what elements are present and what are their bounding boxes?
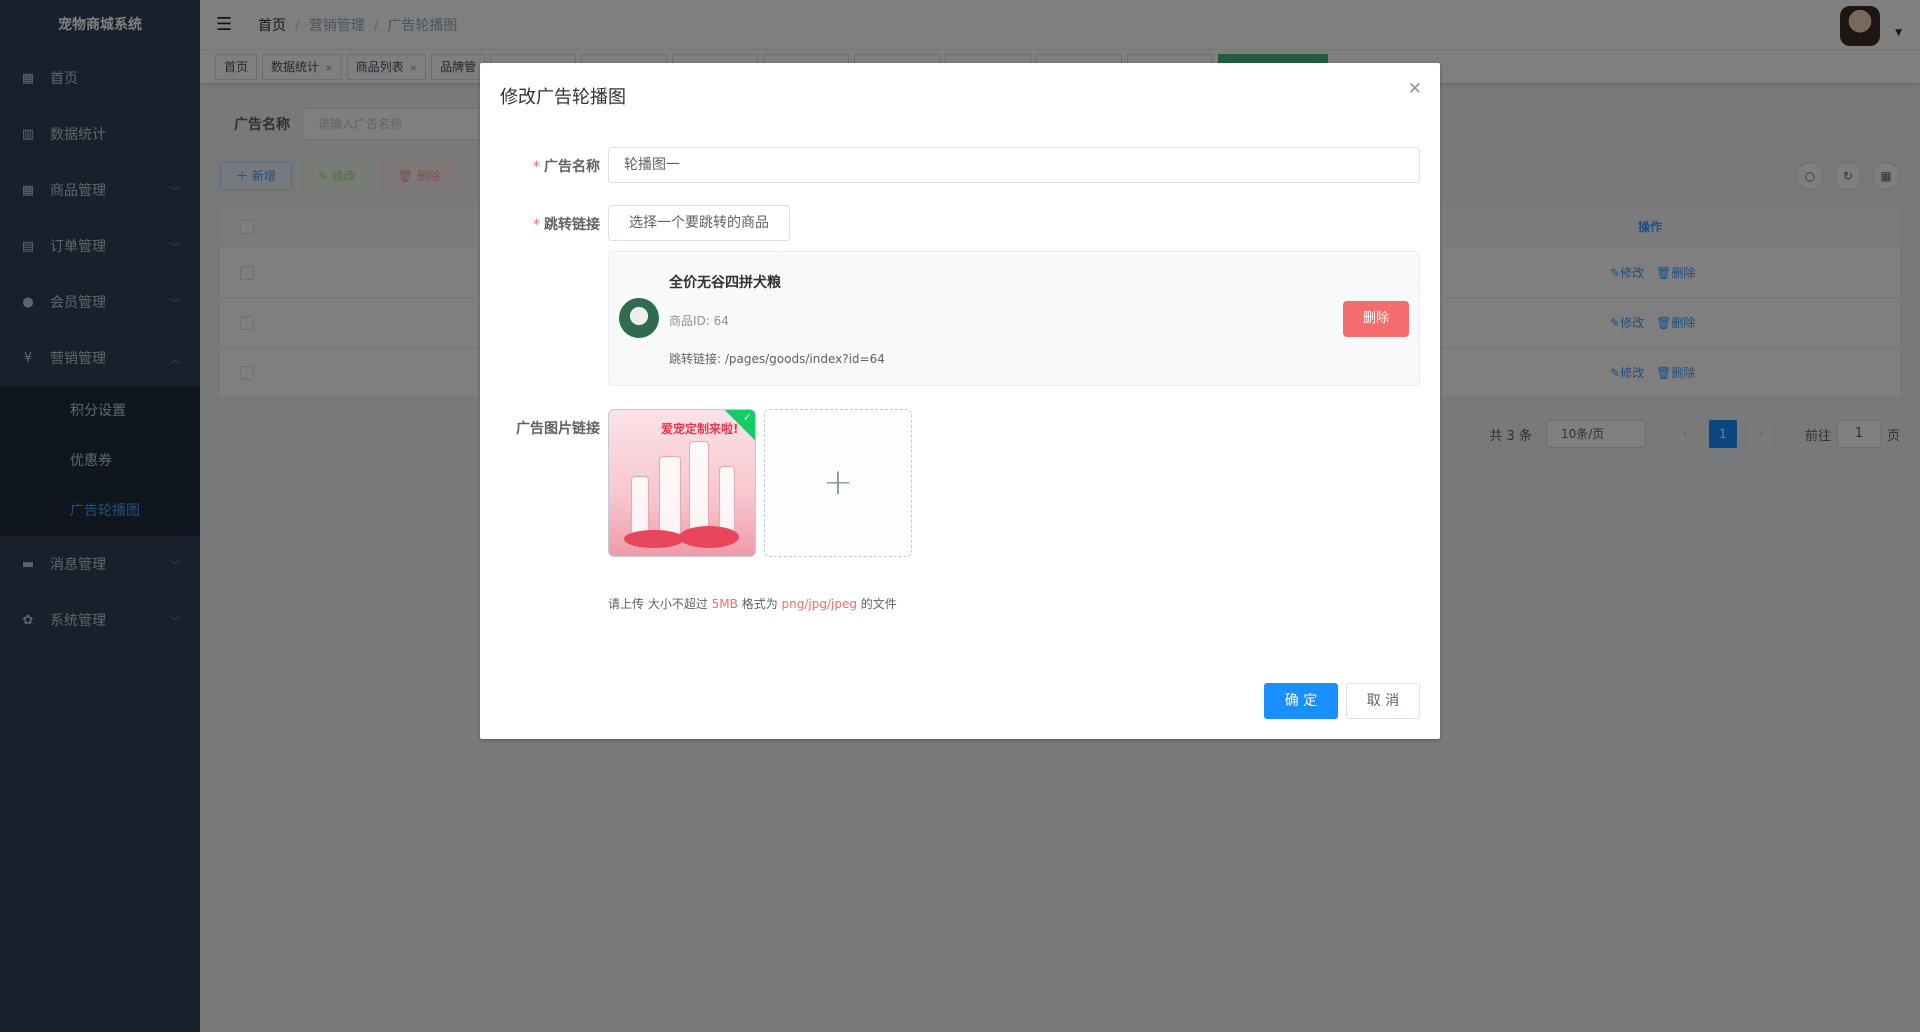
uploaded-image[interactable]: 爱宠定制来啦! ✓ [608, 409, 756, 557]
cancel-button[interactable]: 取 消 [1346, 683, 1420, 719]
goods-thumbnail [619, 298, 659, 338]
tip-formats: png/jpg/jpeg [781, 597, 857, 611]
goods-link: 跳转链接: /pages/goods/index?id=64 [669, 352, 885, 366]
ad-name-input[interactable]: 轮播图一 [608, 147, 1420, 183]
tip-size: 5MB [711, 597, 738, 611]
jump-link-label-text: 跳转链接 [544, 217, 600, 233]
banner-decoration [631, 476, 649, 536]
goods-name: 全价无谷四拼犬粮 [669, 275, 781, 291]
edit-ad-dialog: 修改广告轮播图 ✕ * 广告名称 轮播图一 * 跳转链接 选择一个要跳转的商品 全价… [480, 63, 1440, 739]
ad-name-label-text: 广告名称 [544, 159, 600, 175]
ad-name-label: * 广告名称 [533, 159, 600, 175]
check-icon: ✓ [743, 412, 752, 424]
upload-tip: 请上传 大小不超过 5MB 格式为 png/jpg/jpeg 的文件 [608, 595, 897, 612]
ad-image-label: 广告图片链接 [516, 421, 600, 437]
banner-decoration [689, 441, 709, 536]
banner-decoration [659, 456, 681, 536]
jump-link-label: * 跳转链接 [533, 217, 600, 233]
confirm-button[interactable]: 确 定 [1264, 683, 1338, 719]
select-goods-button[interactable]: 选择一个要跳转的商品 [608, 205, 790, 241]
remove-goods-button[interactable]: 删除 [1342, 301, 1409, 337]
banner-decoration [679, 526, 739, 548]
tip-prefix: 请上传 大小不超过 [608, 597, 712, 611]
tip-middle: 格式为 [737, 597, 782, 611]
banner-decoration [719, 466, 735, 536]
banner-text: 爱宠定制来啦! [661, 422, 739, 436]
plus-icon: + [822, 462, 854, 503]
dialog-title: 修改广告轮播图 [500, 87, 626, 108]
close-icon[interactable]: ✕ [1408, 79, 1422, 99]
upload-add-button[interactable]: + [764, 409, 912, 557]
tip-suffix: 的文件 [856, 597, 897, 611]
banner-decoration [624, 530, 684, 548]
selected-goods-card: 全价无谷四拼犬粮 商品ID: 64 跳转链接: /pages/goods/ind… [608, 251, 1420, 386]
goods-id: 商品ID: 64 [669, 314, 729, 328]
